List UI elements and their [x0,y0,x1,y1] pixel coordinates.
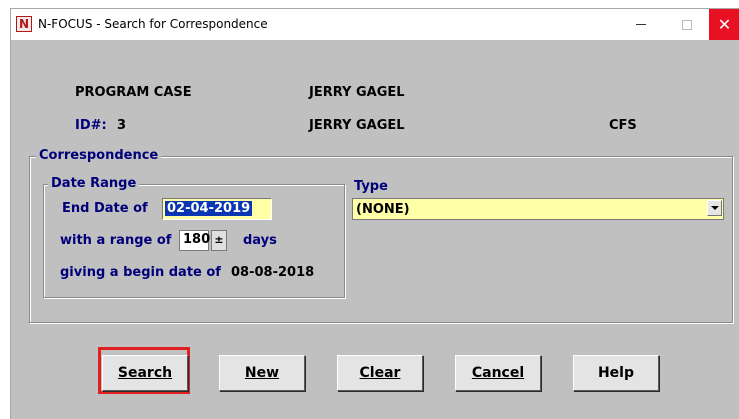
type-dropdown[interactable]: (NONE) [352,198,724,220]
minimize-icon [636,24,646,25]
days-label: days [243,233,277,248]
new-button-label: New [244,365,280,381]
type-label: Type [354,179,388,194]
help-button[interactable]: Help [573,355,659,391]
minimize-button[interactable] [618,9,664,40]
range-spin-button[interactable]: ± [211,230,227,251]
clear-button[interactable]: Clear [337,355,423,391]
cancel-button-label: Cancel [471,365,525,381]
program-case-label: PROGRAM CASE [75,85,192,100]
end-date-value: 02-04-2019 [165,201,253,216]
new-button[interactable]: New [219,355,305,391]
program-case-name: JERRY GAGEL [309,85,405,100]
help-button-label: Help [597,365,635,381]
n-focus-app-icon: N [16,16,32,32]
search-button-label: Search [117,365,173,381]
search-correspondence-window: N N-FOCUS - Search for Correspondence ✕ … [10,8,739,419]
begin-date-label: giving a begin date of [60,265,221,280]
end-date-field[interactable]: 02-04-2019 [162,198,272,220]
end-date-label: End Date of [62,201,148,216]
maximize-icon [682,19,692,30]
id-name: JERRY GAGEL [309,118,405,133]
close-button[interactable]: ✕ [709,9,739,40]
begin-date-value: 08-08-2018 [231,265,315,280]
title-bar[interactable]: N N-FOCUS - Search for Correspondence ✕ [11,9,739,40]
window-title: N-FOCUS - Search for Correspondence [38,17,268,31]
search-button[interactable]: Search [102,355,188,391]
clear-button-label: Clear [359,365,401,381]
spin-arrows-icon: ± [214,233,224,246]
correspondence-group-label: Correspondence [36,148,162,163]
id-value: 3 [117,118,127,133]
cancel-button[interactable]: Cancel [455,355,541,391]
program-code: CFS [609,118,637,133]
type-dropdown-button[interactable] [707,200,722,216]
maximize-button[interactable] [664,9,710,40]
date-range-group-label: Date Range [48,176,140,191]
range-label: with a range of [60,233,172,248]
id-label: ID#: [75,118,107,133]
range-days-input[interactable]: 180 [179,230,210,251]
chevron-down-icon [710,206,719,210]
type-selected-value: (NONE) [356,202,410,217]
close-icon: ✕ [717,14,732,34]
